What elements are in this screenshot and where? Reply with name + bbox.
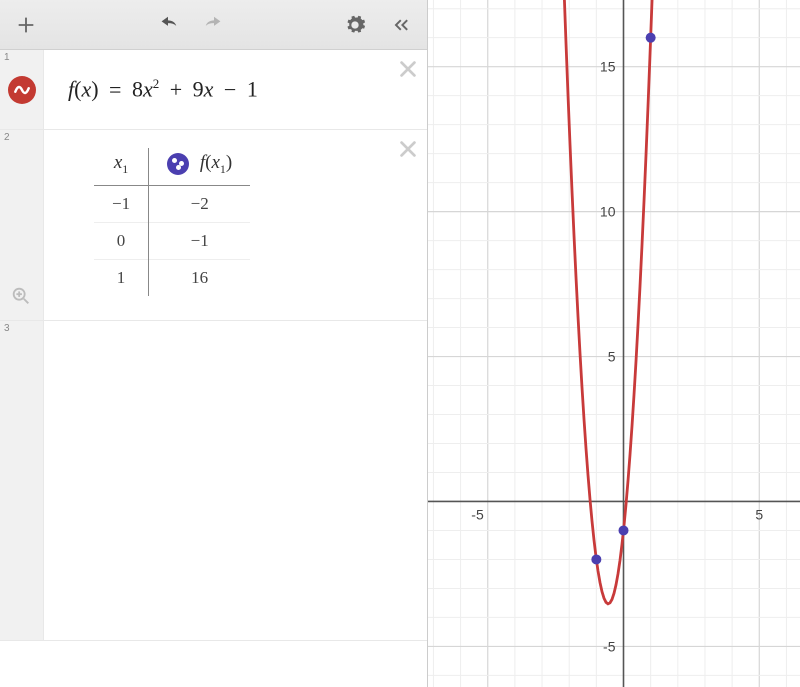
svg-text:5: 5 — [755, 506, 763, 522]
table-header-fx[interactable]: f(x1) — [149, 148, 251, 185]
table-cell-x[interactable]: 1 — [94, 259, 149, 296]
table-cell-fx[interactable]: −2 — [149, 185, 251, 222]
svg-text:-5: -5 — [471, 506, 484, 522]
expression-row-1[interactable]: 1 f(x) = 8x2 + 9x − 1 — [0, 50, 427, 130]
chevron-double-left-icon — [390, 14, 412, 36]
gear-icon — [344, 14, 366, 36]
table-cell-fx[interactable]: 16 — [149, 259, 251, 296]
table-cell-x[interactable]: −1 — [94, 185, 149, 222]
close-icon — [397, 138, 419, 160]
table-cell-x[interactable]: 0 — [94, 222, 149, 259]
row-gutter: 2 — [0, 130, 44, 320]
redo-icon — [203, 14, 225, 36]
formula-display[interactable]: f(x) = 8x2 + 9x − 1 — [68, 76, 258, 102]
add-button[interactable] — [6, 7, 46, 43]
value-table[interactable]: x1 f(x1) −1 −2 — [94, 148, 250, 296]
svg-text:10: 10 — [600, 204, 616, 220]
row-index: 1 — [4, 52, 10, 63]
table-row[interactable]: 0 −1 — [94, 222, 250, 259]
table-cell-fx[interactable]: −1 — [149, 222, 251, 259]
row-gutter: 3 — [0, 321, 44, 640]
row-index: 3 — [4, 323, 10, 334]
settings-button[interactable] — [335, 7, 375, 43]
redo-button[interactable] — [194, 7, 234, 43]
svg-text:5: 5 — [608, 349, 616, 365]
collapse-button[interactable] — [381, 7, 421, 43]
expression-row-3[interactable]: 3 — [0, 321, 427, 641]
expression-panel: 1 f(x) = 8x2 + 9x − 1 — [0, 0, 428, 687]
row-gutter: 1 — [0, 50, 44, 129]
undo-button[interactable] — [148, 7, 188, 43]
toolbar — [0, 0, 427, 50]
svg-text:15: 15 — [600, 59, 616, 75]
function-icon[interactable] — [8, 76, 36, 104]
delete-row-button[interactable] — [397, 58, 419, 85]
series-color-icon[interactable] — [167, 153, 189, 175]
row-index: 2 — [4, 132, 10, 143]
zoom-fit-button[interactable] — [10, 285, 32, 312]
graph-viewport[interactable]: -5 5 5 10 15 -5 — [428, 0, 800, 687]
delete-row-button[interactable] — [397, 138, 419, 165]
plus-icon — [15, 14, 37, 36]
table-row[interactable]: 1 16 — [94, 259, 250, 296]
table-header-x[interactable]: x1 — [94, 148, 149, 185]
expression-row-2[interactable]: 2 x1 — [0, 130, 427, 321]
undo-icon — [157, 14, 179, 36]
close-icon — [397, 58, 419, 80]
svg-text:-5: -5 — [603, 638, 616, 654]
zoom-icon — [10, 285, 32, 307]
table-row[interactable]: −1 −2 — [94, 185, 250, 222]
